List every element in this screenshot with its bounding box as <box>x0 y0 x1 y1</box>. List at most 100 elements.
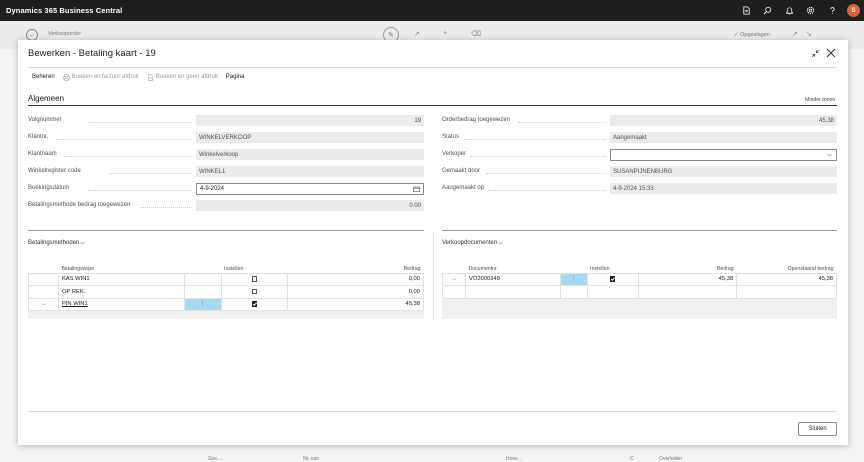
set-checkbox[interactable] <box>586 272 639 286</box>
dots <box>88 122 192 123</box>
app-title: Dynamics 365 Business Central <box>6 6 123 15</box>
dots <box>56 139 192 140</box>
label-store-register: Winkelregister code <box>28 168 81 174</box>
row-arrow-icon: → <box>28 297 59 311</box>
close-button[interactable]: Sluiten <box>798 422 837 436</box>
amount-cell[interactable]: 45,38 <box>637 272 738 286</box>
col-set[interactable]: Instellen <box>221 261 288 274</box>
calendar-icon[interactable] <box>413 185 420 192</box>
empty-cell <box>442 285 466 299</box>
label-customer-name: Klantnaam <box>28 151 57 157</box>
show-less-link[interactable]: Minder tonen <box>805 97 835 103</box>
col-spacer <box>184 261 222 274</box>
share-icon: ↗ <box>414 31 420 38</box>
sales-docs-title[interactable]: Verkoopdocumenten <box>442 240 503 246</box>
posting-date-value: 4-9-2024 <box>200 185 225 192</box>
label-created-on: Aangemaakt op <box>442 185 485 191</box>
empty-cell[interactable] <box>637 285 738 299</box>
table-row-empty[interactable] <box>442 285 837 299</box>
payment-method-cell[interactable]: OP REK. <box>57 285 185 299</box>
label-posting-date: Boekingsdatum <box>28 185 70 191</box>
document-no-cell[interactable]: VO2000349 <box>464 272 561 286</box>
amount-cell[interactable]: 45,38 <box>287 297 424 311</box>
table-row-selected[interactable]: → VO2000349 ⋮ 45,38 45,38 <box>442 272 837 286</box>
payment-method-cell[interactable]: PIN WIN1 <box>57 297 185 311</box>
avatar[interactable]: S <box>847 4 860 17</box>
payment-method-cell[interactable]: KAS WIN1 <box>57 272 185 286</box>
label-customer-no: Klantnr. <box>28 134 49 140</box>
dialog-title: Bewerken - Betaling kaart - 19 <box>28 48 156 59</box>
dots <box>64 156 192 157</box>
salesperson-select[interactable] <box>610 148 837 161</box>
open-amount-cell[interactable]: 45,38 <box>736 272 837 286</box>
search-icon[interactable] <box>757 0 779 21</box>
bg-col-2: Nr. van <box>303 456 319 462</box>
status-field: Aangemaakt <box>610 132 837 143</box>
amount-cell[interactable]: 0,00 <box>287 272 424 286</box>
shrink-icon[interactable] <box>811 49 820 58</box>
label-created-by: Gemaakt door <box>442 168 481 174</box>
col-open-amount[interactable]: Openstaand bedrag <box>736 261 837 274</box>
empty-cell[interactable] <box>464 285 561 299</box>
empty-cell[interactable] <box>736 285 837 299</box>
empty-cell[interactable] <box>559 285 588 299</box>
grid-footer-left <box>28 311 424 319</box>
help-icon[interactable] <box>822 0 844 21</box>
background-page-title: Verkooporder <box>48 31 82 37</box>
action-manage[interactable]: Beheren <box>32 74 55 80</box>
col-spacer <box>560 261 588 274</box>
document-icon[interactable] <box>736 0 758 21</box>
col-arrow <box>28 261 59 274</box>
bg-col-4: C <box>630 456 634 462</box>
posting-date-input[interactable]: 4-9-2024 <box>196 182 424 195</box>
payment-methods-title[interactable]: Betalingsmethoden <box>28 240 86 246</box>
bell-icon[interactable] <box>779 0 801 21</box>
close-icon[interactable] <box>826 48 836 58</box>
grid-footer-right <box>442 299 837 319</box>
customer-no-field: WINKELVERKOOP <box>196 132 424 143</box>
label-order-amount-allocated: Orderbedrag toegewezen <box>442 117 511 123</box>
row-menu[interactable] <box>183 285 222 299</box>
part-divider-left <box>28 230 424 231</box>
open-new-icon: ↗ <box>792 31 798 38</box>
row-menu[interactable] <box>183 272 222 286</box>
payment-method-allocated-field: 0.00 <box>196 200 424 211</box>
set-checkbox[interactable] <box>220 297 289 311</box>
action-post-no-print[interactable]: Boeken en geen afdruk <box>147 73 218 81</box>
set-checkbox[interactable] <box>220 285 289 299</box>
sales-docs-grid: Documentnr. Instellen Bedrag Openstaand … <box>442 261 837 299</box>
col-set[interactable]: Instellen <box>587 261 639 274</box>
row-menu-icon[interactable]: ⋮ <box>183 297 222 311</box>
set-checkbox[interactable] <box>220 272 289 286</box>
footer-divider <box>28 411 837 412</box>
gear-icon[interactable] <box>800 0 822 21</box>
col-amount[interactable]: Bedrag <box>287 261 424 274</box>
amount-cell[interactable]: 0,00 <box>287 285 424 299</box>
dots <box>486 173 606 174</box>
app-bar: Dynamics 365 Business Central S <box>0 0 864 21</box>
row-menu-icon[interactable]: ⋮ <box>559 272 588 286</box>
empty-cell[interactable] <box>586 285 639 299</box>
label-payment-method-allocated: Betalingsmethode bedrag toegewezen <box>28 202 131 208</box>
col-payment-method[interactable]: Betalingswijze <box>58 261 185 274</box>
dots <box>464 139 606 140</box>
table-row[interactable]: OP REK. 0,00 <box>28 285 424 299</box>
label-status: Status <box>442 134 460 140</box>
col-document-no[interactable]: Documentnr. <box>465 261 561 274</box>
saved-status: ✓ Opgeslagen <box>734 32 770 38</box>
chevron-down-icon <box>498 241 503 245</box>
trash-icon: ⌫ <box>471 31 481 38</box>
section-divider <box>28 105 837 106</box>
dots <box>518 122 606 123</box>
col-amount[interactable]: Bedrag <box>638 261 737 274</box>
action-post-print-invoice[interactable]: Boeken en factuur afdruk <box>63 73 139 81</box>
table-row[interactable]: KAS WIN1 0,00 <box>28 272 424 286</box>
plus-icon: + <box>443 30 448 37</box>
table-row-selected[interactable]: → PIN WIN1 ⋮ 45,38 <box>28 297 424 311</box>
dots <box>88 190 192 191</box>
action-page[interactable]: Pagina <box>226 74 245 80</box>
customer-name-field: Winkelverkoop <box>196 149 424 160</box>
sequence-no-field: 19 <box>196 115 424 126</box>
bg-col-5: Overleden <box>659 456 683 462</box>
payment-card-dialog: Bewerken - Betaling kaart - 19 Beheren B… <box>18 40 848 445</box>
